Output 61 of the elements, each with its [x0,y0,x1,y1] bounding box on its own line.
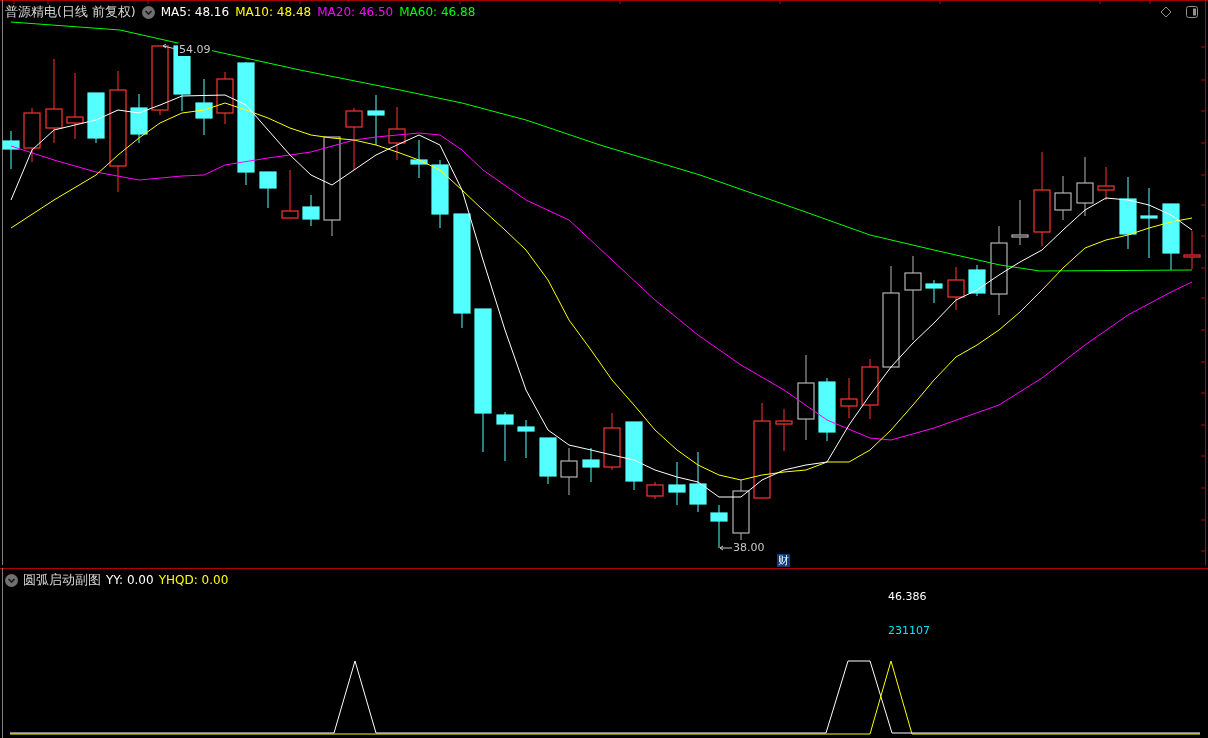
candlestick [689,451,707,513]
candlestick [1097,166,1115,201]
dropdown-icon[interactable] [5,573,18,587]
candlestick [603,412,621,471]
candlestick [710,504,728,549]
candlestick [87,92,105,144]
candlestick [195,78,213,136]
candlestick [668,461,686,506]
candlestick [1140,187,1158,259]
dropdown-icon[interactable] [141,5,155,19]
arrow-icon [719,545,733,551]
indicator-value: YHQD: 0.00 [158,573,229,587]
candlestick [345,107,363,171]
candlestick [1183,230,1201,270]
candlestick [840,377,858,419]
candlestick [560,447,578,496]
low-price-label: 38.00 [733,541,765,554]
candlestick [281,169,299,219]
candlestick [388,106,406,161]
candlestick [732,479,750,541]
candlestick [302,194,320,227]
candlestick [539,437,557,485]
candlestick [582,447,600,483]
finance-event-badge[interactable]: 财 [777,554,790,567]
candlestick [947,266,965,311]
indicator-value: MA20: 46.50 [317,5,394,19]
arrow-icon [162,43,177,50]
candlestick [775,408,793,452]
candlestick [517,419,535,459]
diamond-icon[interactable] [1160,6,1172,18]
candlestick [1162,203,1180,271]
candlestick [925,279,943,304]
candlestick [1011,199,1029,246]
candlestick [1076,156,1094,217]
candlestick [259,171,277,209]
candlestick [818,377,836,442]
candlestick [431,159,449,229]
reading-value: 46.386 [888,590,928,603]
indicator-value: MA5: 48.16 [160,5,230,19]
candlestick [1054,175,1072,221]
candlestick [23,107,41,163]
panel-toggle-icon[interactable] [1186,6,1198,18]
candlestick [646,481,664,500]
candlestick [130,93,148,144]
candlestick [216,71,234,125]
candlestick [151,45,169,116]
candlestick [968,264,986,297]
stock-title: 普源精电(日线 前复权) [5,3,136,21]
candlestick [496,411,514,462]
candlestick [367,94,385,146]
candlestick [2,130,20,170]
reading-value: 231107 [888,624,930,637]
candlestick [410,139,428,179]
candlestick [66,72,84,140]
candlestick [625,421,643,491]
indicator-value: YY: 0.00 [106,573,154,587]
candlestick [861,358,879,420]
high-price-label: 54.09 [178,43,212,56]
indicator-title: 圆弧启动副图 [23,571,101,589]
indicator-value: MA10: 48.48 [235,5,312,19]
indicator-value: MA60: 46.88 [399,5,476,19]
